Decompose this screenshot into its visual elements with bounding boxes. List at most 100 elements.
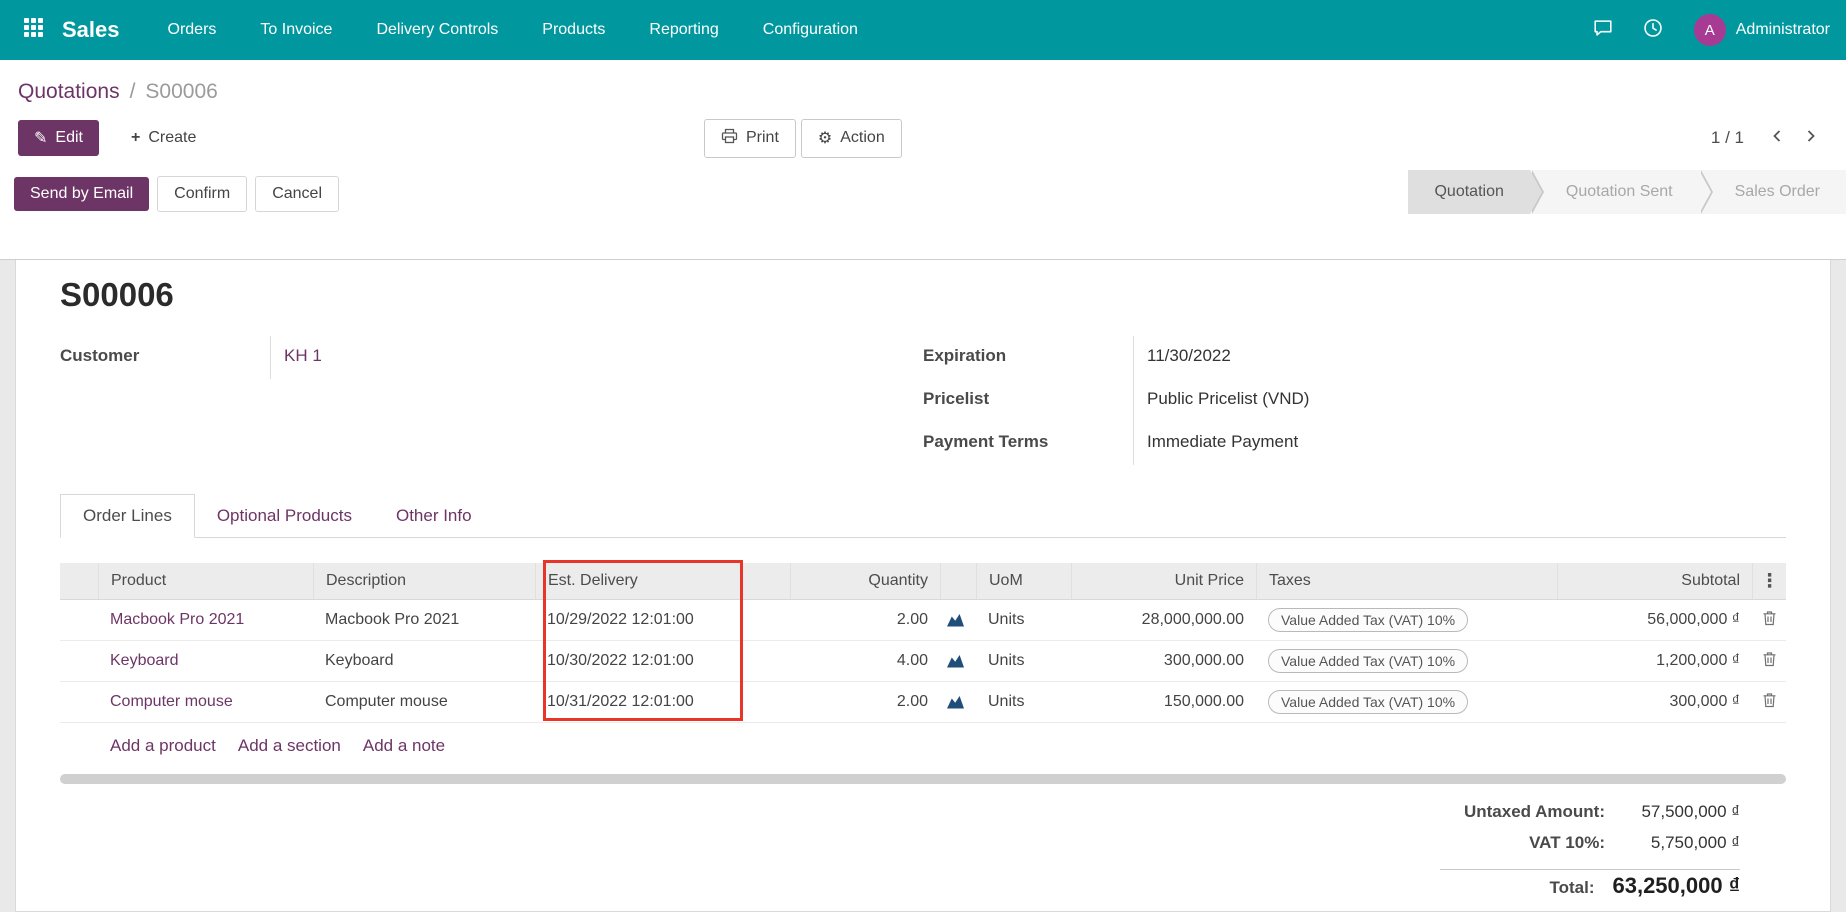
- messages-button[interactable]: [1588, 15, 1618, 45]
- menu-item-products[interactable]: Products: [542, 17, 605, 43]
- vat-row: VAT 10%: 5,750,000 ₫: [1435, 833, 1740, 864]
- create-button-label: Create: [148, 129, 196, 147]
- printer-icon: [721, 128, 738, 149]
- app-name[interactable]: Sales: [62, 17, 120, 43]
- unit-price-cell: 150,000.00: [1071, 693, 1256, 711]
- forecast-chart-icon[interactable]: [946, 695, 965, 709]
- uom-column-header[interactable]: UoM: [976, 563, 1071, 599]
- action-button[interactable]: ⚙ Action: [801, 119, 902, 158]
- est-delivery-cell: 10/30/2022 12:01:00: [535, 652, 790, 670]
- menu-item-to-invoice[interactable]: To Invoice: [260, 17, 332, 43]
- total-row: Total: 63,250,000 ₫: [1424, 873, 1740, 904]
- trash-icon: [1762, 692, 1777, 713]
- optional-columns-toggle[interactable]: ⋮: [1752, 563, 1786, 599]
- kebab-icon: ⋮: [1760, 572, 1779, 591]
- total-value: 63,250,000 ₫: [1594, 873, 1740, 899]
- table-row[interactable]: Computer mouse Computer mouse 10/31/2022…: [60, 682, 1786, 723]
- stage-sales-order[interactable]: Sales Order: [1699, 170, 1846, 214]
- table-row[interactable]: Macbook Pro 2021 Macbook Pro 2021 10/29/…: [60, 600, 1786, 641]
- horizontal-scrollbar[interactable]: [60, 774, 1786, 784]
- status-pipeline: Quotation Quotation Sent Sales Order: [1408, 170, 1846, 214]
- add-a-note-link[interactable]: Add a note: [363, 736, 445, 756]
- statusbar: Send by Email Confirm Cancel Quotation Q…: [0, 170, 1846, 260]
- product-link[interactable]: Macbook Pro 2021: [110, 611, 244, 628]
- product-column-header[interactable]: Product: [98, 563, 313, 599]
- edit-button[interactable]: ✎ Edit: [18, 120, 99, 156]
- est-delivery-column-header[interactable]: Est. Delivery: [535, 563, 790, 599]
- unit-price-cell: 300,000.00: [1071, 652, 1256, 670]
- description-cell: Keyboard: [313, 652, 535, 670]
- pager-next-button[interactable]: [1794, 121, 1828, 155]
- quantity-column-header[interactable]: Quantity: [790, 563, 940, 599]
- taxes-column-header[interactable]: Taxes: [1256, 563, 1557, 599]
- menu-item-delivery-controls[interactable]: Delivery Controls: [376, 17, 498, 43]
- add-a-section-link[interactable]: Add a section: [238, 736, 341, 756]
- confirm-button[interactable]: Confirm: [157, 176, 247, 212]
- top-navbar: Sales Orders To Invoice Delivery Control…: [0, 0, 1846, 60]
- forecast-chart-icon[interactable]: [946, 613, 965, 627]
- statusbar-buttons: Send by Email Confirm Cancel: [14, 170, 339, 218]
- payment-terms-label: Payment Terms: [923, 422, 1133, 465]
- breadcrumb-separator: /: [130, 80, 136, 103]
- untaxed-amount-row: Untaxed Amount: 57,500,000 ₫: [1435, 802, 1740, 833]
- product-link[interactable]: Keyboard: [110, 652, 179, 669]
- apps-menu-button[interactable]: [16, 13, 50, 47]
- pager-count: 1 / 1: [1711, 128, 1744, 148]
- pager: 1 / 1: [1711, 121, 1828, 155]
- delete-row-button[interactable]: [1752, 610, 1786, 631]
- pricelist-field: Pricelist Public Pricelist (VND): [923, 379, 1786, 422]
- edit-button-label: Edit: [55, 129, 83, 147]
- print-button[interactable]: Print: [704, 119, 796, 158]
- pencil-icon: ✎: [34, 128, 47, 148]
- subtotal-cell: 1,200,000 ₫: [1557, 652, 1752, 670]
- delete-row-button[interactable]: [1752, 692, 1786, 713]
- breadcrumb-parent-link[interactable]: Quotations: [18, 80, 120, 103]
- activities-button[interactable]: [1638, 15, 1668, 45]
- control-panel-left: ✎ Edit + Create: [18, 120, 212, 156]
- app-window: Sales Orders To Invoice Delivery Control…: [0, 0, 1846, 912]
- product-link[interactable]: Computer mouse: [110, 693, 233, 710]
- create-button[interactable]: + Create: [115, 121, 212, 155]
- uom-cell: Units: [976, 693, 1071, 711]
- tab-order-lines[interactable]: Order Lines: [60, 494, 195, 538]
- stage-quotation-sent[interactable]: Quotation Sent: [1530, 170, 1699, 214]
- tab-optional-products[interactable]: Optional Products: [195, 494, 374, 538]
- user-menu[interactable]: A Administrator: [1694, 14, 1830, 46]
- tax-badge: Value Added Tax (VAT) 10%: [1268, 690, 1468, 714]
- chat-bubble-icon: [1592, 17, 1614, 44]
- unit-price-column-header[interactable]: Unit Price: [1071, 563, 1256, 599]
- subtotal-cell: 56,000,000 ₫: [1557, 611, 1752, 629]
- menu-item-configuration[interactable]: Configuration: [763, 17, 858, 43]
- delete-row-button[interactable]: [1752, 651, 1786, 672]
- tab-other-info[interactable]: Other Info: [374, 494, 494, 538]
- total-label: Total:: [1424, 878, 1594, 898]
- apps-grid-icon: [24, 18, 43, 42]
- avatar[interactable]: A: [1694, 14, 1726, 46]
- gear-icon: ⚙: [818, 128, 832, 148]
- print-button-label: Print: [746, 129, 779, 147]
- uom-cell: Units: [976, 611, 1071, 629]
- document-title: S00006: [60, 276, 1786, 314]
- action-button-label: Action: [840, 129, 884, 147]
- notebook-tabs: Order Lines Optional Products Other Info: [60, 493, 1786, 538]
- customer-value-link[interactable]: KH 1: [270, 336, 923, 379]
- untaxed-amount-value: 57,500,000 ₫: [1605, 802, 1740, 822]
- stage-quotation[interactable]: Quotation: [1408, 170, 1529, 214]
- menu-item-reporting[interactable]: Reporting: [649, 17, 718, 43]
- form-sheet: S00006 Customer KH 1 Expiration 11/30/20…: [15, 260, 1831, 912]
- expiration-value: 11/30/2022: [1133, 336, 1786, 379]
- table-row[interactable]: Keyboard Keyboard 10/30/2022 12:01:00 4.…: [60, 641, 1786, 682]
- payment-terms-field: Payment Terms Immediate Payment: [923, 422, 1786, 465]
- cancel-button[interactable]: Cancel: [255, 176, 339, 212]
- tax-badge: Value Added Tax (VAT) 10%: [1268, 649, 1468, 673]
- send-by-email-button[interactable]: Send by Email: [14, 177, 149, 211]
- add-a-product-link[interactable]: Add a product: [110, 736, 216, 756]
- subtotal-column-header[interactable]: Subtotal: [1557, 563, 1752, 599]
- forecast-chart-icon[interactable]: [946, 654, 965, 668]
- pager-previous-button[interactable]: [1760, 121, 1794, 155]
- menu-item-orders[interactable]: Orders: [168, 17, 217, 43]
- breadcrumb: Quotations/S00006: [0, 60, 1846, 108]
- description-column-header[interactable]: Description: [313, 563, 535, 599]
- uom-cell: Units: [976, 652, 1071, 670]
- vat-label: VAT 10%:: [1435, 833, 1605, 853]
